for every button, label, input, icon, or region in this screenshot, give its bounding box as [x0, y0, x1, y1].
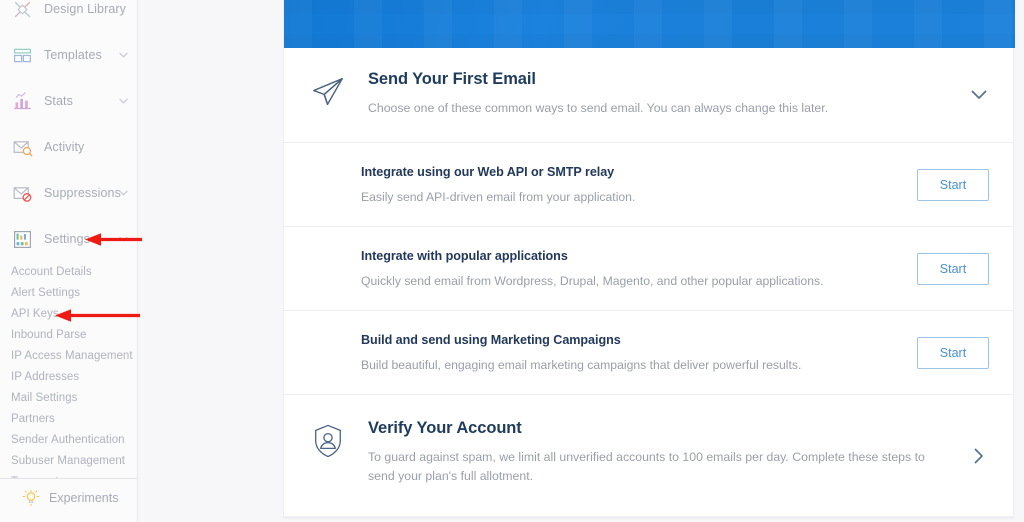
start-button[interactable]: Start — [917, 252, 989, 285]
sidebar-item-activity[interactable]: Activity — [0, 124, 137, 170]
option-title: Integrate with popular applications — [361, 249, 568, 264]
suppressions-icon — [11, 182, 33, 204]
card-bottom-divider — [284, 516, 1013, 518]
section-description: To guard against spam, we limit all unve… — [368, 450, 925, 484]
activity-icon — [11, 136, 33, 158]
sidebar-item-design-library[interactable]: Design Library — [0, 0, 137, 32]
chevron-down-icon[interactable] — [119, 235, 128, 244]
sidebar-item-label: Suppressions — [44, 186, 121, 200]
option-body: Build and send using Marketing Campaigns… — [361, 333, 917, 372]
submenu-item-subuser-management[interactable]: Subuser Management — [0, 451, 137, 472]
sidebar-item-label: Stats — [44, 94, 73, 108]
option-body: Integrate using our Web API or SMTP rela… — [361, 165, 917, 204]
start-button[interactable]: Start — [917, 336, 989, 369]
chevron-down-icon[interactable] — [119, 51, 128, 60]
submenu-item-alert-settings[interactable]: Alert Settings — [0, 283, 137, 304]
sidebar-item-label: Templates — [44, 48, 102, 62]
onboarding-card: Send Your First Email Choose one of thes… — [283, 0, 1015, 519]
chevron-down-icon[interactable] — [971, 87, 987, 103]
hero-banner — [284, 0, 1015, 48]
option-title: Integrate using our Web API or SMTP rela… — [361, 165, 615, 180]
lightbulb-icon — [22, 489, 40, 507]
submenu-item-ip-access-management[interactable]: IP Access Management — [0, 346, 137, 367]
option-description: Easily send API-driven email from your a… — [361, 190, 636, 205]
submenu-item-inbound-parse[interactable]: Inbound Parse — [0, 325, 137, 346]
submenu-item-ip-addresses[interactable]: IP Addresses — [0, 367, 137, 388]
verify-account-section[interactable]: Verify Your Account To guard against spa… — [284, 395, 1013, 516]
sidebar-item-stats[interactable]: Stats — [0, 78, 137, 124]
settings-icon — [11, 228, 33, 250]
chevron-right-icon[interactable] — [971, 448, 987, 464]
sidebar-item-label: Activity — [44, 140, 85, 154]
sidebar-nav-list: Design Library Templates Stats Activity … — [0, 0, 137, 262]
option-row: Integrate using our Web API or SMTP rela… — [284, 143, 1013, 228]
submenu-item-partners[interactable]: Partners — [0, 409, 137, 430]
chevron-down-icon[interactable] — [119, 97, 128, 106]
sidebar: Design Library Templates Stats Activity … — [0, 0, 138, 522]
sidebar-item-label: Settings — [44, 232, 90, 246]
submenu-item-api-keys[interactable]: API Keys — [0, 304, 137, 325]
submenu-item-mail-settings[interactable]: Mail Settings — [0, 388, 137, 409]
section-title: Send Your First Email — [368, 70, 536, 88]
option-body: Integrate with popular applications Quic… — [361, 249, 917, 288]
section-description: Choose one of these common ways to send … — [368, 101, 829, 115]
experiments-label: Experiments — [49, 490, 119, 505]
experiments-button[interactable]: Experiments — [0, 478, 137, 516]
option-title: Build and send using Marketing Campaigns — [361, 333, 621, 348]
start-button[interactable]: Start — [917, 168, 989, 201]
stats-icon — [11, 90, 33, 112]
content-gutter — [138, 0, 283, 522]
sidebar-item-label: Design Library — [44, 2, 126, 16]
option-description: Build beautiful, engaging email marketin… — [361, 358, 802, 373]
sidebar-item-templates[interactable]: Templates — [0, 32, 137, 78]
sidebar-item-settings[interactable]: Settings — [0, 216, 137, 262]
main-content: Send Your First Email Choose one of thes… — [283, 0, 1024, 522]
submenu-item-sender-authentication[interactable]: Sender Authentication — [0, 430, 137, 451]
submenu-item-account-details[interactable]: Account Details — [0, 262, 137, 283]
option-row: Integrate with popular applications Quic… — [284, 227, 1013, 312]
send-first-email-body: Send Your First Email Choose one of thes… — [368, 70, 989, 118]
send-first-email-section[interactable]: Send Your First Email Choose one of thes… — [284, 48, 1013, 144]
section-title: Verify Your Account — [368, 419, 522, 438]
option-description: Quickly send email from Wordpress, Drupa… — [361, 274, 824, 289]
design-library-icon — [11, 0, 33, 20]
app-root: Design Library Templates Stats Activity … — [0, 0, 1024, 522]
templates-icon — [11, 44, 33, 66]
sidebar-item-suppressions[interactable]: Suppressions — [0, 170, 137, 216]
paper-plane-icon — [308, 72, 348, 112]
verify-account-body: Verify Your Account To guard against spa… — [368, 419, 989, 486]
shield-user-icon — [308, 421, 348, 461]
option-row: Build and send using Marketing Campaigns… — [284, 311, 1013, 396]
settings-submenu: Account Details Alert Settings API Keys … — [0, 262, 137, 493]
chevron-down-icon[interactable] — [119, 189, 128, 198]
